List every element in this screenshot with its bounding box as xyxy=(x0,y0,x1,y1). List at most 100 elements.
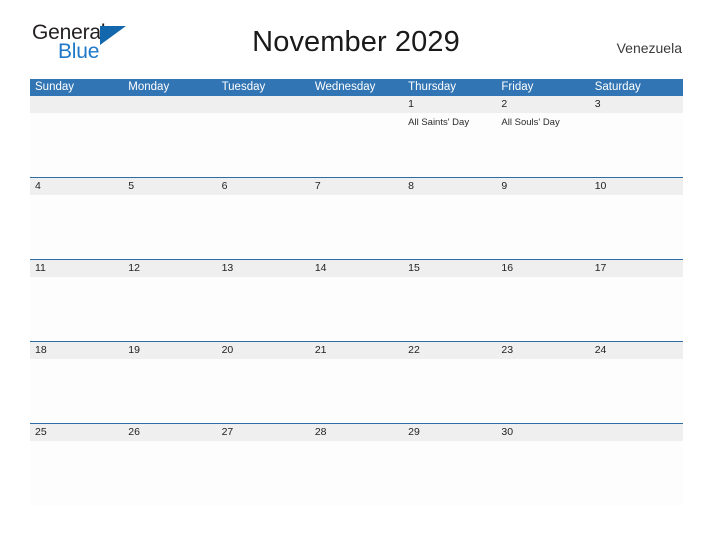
date-number-30[interactable]: 30 xyxy=(496,424,589,441)
date-number-23[interactable]: 23 xyxy=(496,342,589,359)
date-number-24[interactable]: 24 xyxy=(590,342,683,359)
date-number-7[interactable]: 7 xyxy=(310,178,403,195)
locale-label: Venezuela xyxy=(616,40,682,56)
day-cell[interactable] xyxy=(590,277,683,341)
event-band xyxy=(30,277,683,341)
date-number-29[interactable]: 29 xyxy=(403,424,496,441)
calendar-week-row: 4 5 6 7 8 9 10 xyxy=(30,177,683,259)
weekday-header-sunday: Sunday xyxy=(35,81,75,93)
day-cell[interactable] xyxy=(310,359,403,423)
weekday-header-row: Sunday Monday Tuesday Wednesday Thursday Frid… xyxy=(30,79,683,96)
calendar-week-row: 25 26 27 28 29 30 xyxy=(30,423,683,505)
day-cell[interactable] xyxy=(496,441,589,505)
day-cell[interactable] xyxy=(403,441,496,505)
day-cell[interactable] xyxy=(123,277,216,341)
day-cell xyxy=(217,113,310,177)
date-number-6[interactable]: 6 xyxy=(217,178,310,195)
date-number-11[interactable]: 11 xyxy=(30,260,123,277)
date-number-20[interactable]: 20 xyxy=(217,342,310,359)
day-cell[interactable] xyxy=(217,441,310,505)
day-cell[interactable] xyxy=(590,359,683,423)
date-number-21[interactable]: 21 xyxy=(310,342,403,359)
day-cell[interactable] xyxy=(403,195,496,259)
date-number-22[interactable]: 22 xyxy=(403,342,496,359)
date-number-2[interactable]: 2 xyxy=(496,96,589,113)
date-number-9[interactable]: 9 xyxy=(496,178,589,195)
page-header: General Blue November 2029 Venezuela xyxy=(30,0,682,80)
date-number-band: 25 26 27 28 29 30 xyxy=(30,424,683,441)
day-cell[interactable] xyxy=(217,359,310,423)
day-cell[interactable] xyxy=(590,113,683,177)
date-number-14[interactable]: 14 xyxy=(310,260,403,277)
day-cell[interactable] xyxy=(403,359,496,423)
date-number-3[interactable]: 3 xyxy=(590,96,683,113)
day-cell xyxy=(30,113,123,177)
date-number-8[interactable]: 8 xyxy=(403,178,496,195)
date-number-19[interactable]: 19 xyxy=(123,342,216,359)
date-number-empty xyxy=(123,96,216,113)
date-number-band: 18 19 20 21 22 23 24 xyxy=(30,342,683,359)
date-number-12[interactable]: 12 xyxy=(123,260,216,277)
date-number-empty xyxy=(30,96,123,113)
date-number-empty xyxy=(590,424,683,441)
day-cell xyxy=(590,441,683,505)
calendar-week-row: 1 2 3 All Saints' Day All Souls' Day xyxy=(30,96,683,177)
date-number-17[interactable]: 17 xyxy=(590,260,683,277)
weekday-header-wednesday: Wednesday xyxy=(314,81,376,93)
weekday-header-friday: Friday xyxy=(501,81,534,93)
weekday-header-thursday: Thursday xyxy=(408,81,457,93)
day-cell[interactable] xyxy=(123,195,216,259)
date-number-13[interactable]: 13 xyxy=(217,260,310,277)
date-number-18[interactable]: 18 xyxy=(30,342,123,359)
day-cell[interactable] xyxy=(30,359,123,423)
weekday-header-monday: Monday xyxy=(128,81,170,93)
date-number-4[interactable]: 4 xyxy=(30,178,123,195)
date-number-band: 4 5 6 7 8 9 10 xyxy=(30,178,683,195)
date-number-5[interactable]: 5 xyxy=(123,178,216,195)
day-cell[interactable] xyxy=(496,195,589,259)
calendar-week-row: 18 19 20 21 22 23 24 xyxy=(30,341,683,423)
date-number-band: 123 xyxy=(30,96,683,113)
day-cell[interactable] xyxy=(590,195,683,259)
event-band xyxy=(30,441,683,505)
day-cell[interactable]: All Souls' Day xyxy=(496,113,589,177)
day-cell xyxy=(123,113,216,177)
event-band xyxy=(30,359,683,423)
date-number-28[interactable]: 28 xyxy=(310,424,403,441)
day-cell[interactable] xyxy=(123,359,216,423)
date-number-25[interactable]: 25 xyxy=(30,424,123,441)
date-number-empty xyxy=(217,96,310,113)
date-number-26[interactable]: 26 xyxy=(123,424,216,441)
day-cell[interactable] xyxy=(496,277,589,341)
day-cell xyxy=(310,113,403,177)
weekday-header-saturday: Saturday xyxy=(594,81,641,93)
day-cell[interactable] xyxy=(30,195,123,259)
calendar-weeks: 1 2 3 All Saints' Day All Souls' Day 4 5 6 7 8 9 10… xyxy=(30,96,683,505)
date-number-1[interactable]: 1 xyxy=(403,96,496,113)
day-cell[interactable] xyxy=(217,195,310,259)
calendar-grid: Sunday Monday Tuesday Wednesday Thursday Frid… xyxy=(30,79,683,505)
day-cell[interactable] xyxy=(217,277,310,341)
date-number-15[interactable]: 15 xyxy=(403,260,496,277)
day-cell[interactable]: All Saints' Day xyxy=(403,113,496,177)
calendar-page: General Blue November 2029 Venezuela Sun… xyxy=(0,0,712,550)
day-cell[interactable] xyxy=(123,441,216,505)
day-cell[interactable] xyxy=(30,441,123,505)
day-cell[interactable] xyxy=(310,277,403,341)
day-cell[interactable] xyxy=(310,195,403,259)
date-number-27[interactable]: 27 xyxy=(217,424,310,441)
event-band: All Saints' Day All Souls' Day xyxy=(30,113,683,177)
day-cell[interactable] xyxy=(30,277,123,341)
date-number-10[interactable]: 10 xyxy=(590,178,683,195)
event-label: All Saints' Day xyxy=(408,117,470,128)
weekday-header-tuesday: Tuesday xyxy=(221,81,266,93)
day-cell[interactable] xyxy=(310,441,403,505)
date-number-band: 11 12 13 14 15 16 17 xyxy=(30,260,683,277)
day-cell[interactable] xyxy=(496,359,589,423)
date-number-16[interactable]: 16 xyxy=(496,260,589,277)
calendar-week-row: 11 12 13 14 15 16 17 xyxy=(30,259,683,341)
event-label: All Souls' Day xyxy=(501,117,560,128)
date-number-empty xyxy=(310,96,403,113)
day-cell[interactable] xyxy=(403,277,496,341)
event-band xyxy=(30,195,683,259)
